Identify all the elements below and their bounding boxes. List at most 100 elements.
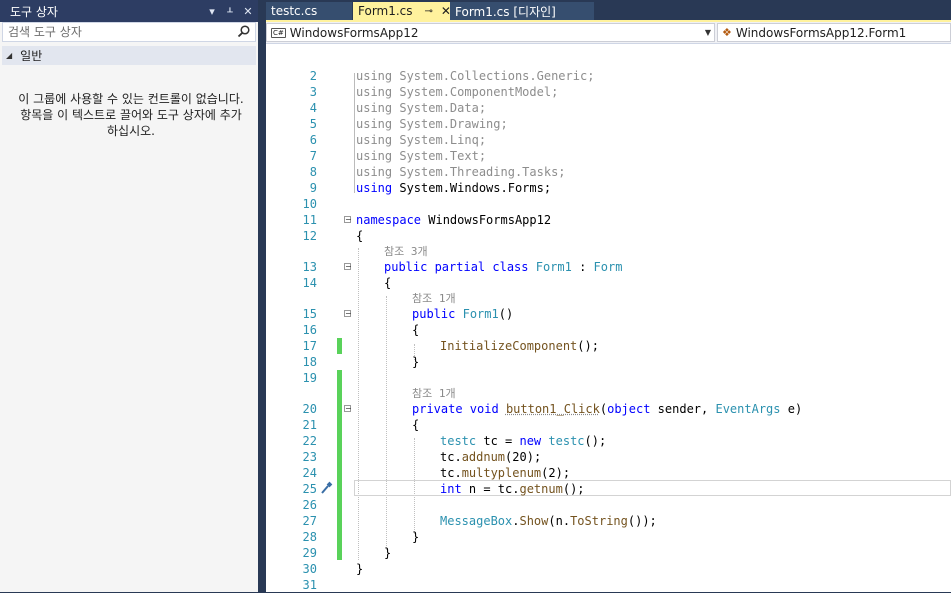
code-text: using System.Text; [356, 149, 487, 163]
line-number: 10 [302, 197, 317, 211]
code-line: 24 tc.multyplenum(2); [266, 465, 951, 481]
codelens-row: 참조 3개 [266, 244, 951, 260]
codelens-references[interactable]: 참조 3개 [384, 244, 428, 260]
line-number: 3 [309, 85, 317, 99]
line-number: 12 [302, 229, 317, 243]
code-line: 9 using System.Windows.Forms; [266, 180, 951, 196]
code-line: 4 using System.Data; [266, 100, 951, 116]
panel-splitter[interactable] [258, 0, 266, 592]
line-number: 19 [302, 371, 317, 385]
code-line: 30 } [266, 561, 951, 577]
code-text: { [384, 276, 392, 290]
line-number: 16 [302, 323, 317, 337]
code-line: 19 [266, 370, 951, 386]
codelens-row: 참조 1개 [266, 291, 951, 307]
code-text: } [356, 562, 364, 576]
line-number: 8 [309, 165, 317, 179]
code-text: using System.Drawing; [356, 117, 508, 131]
code-text: } [384, 546, 392, 560]
code-text: private void button1_Click(object sender… [412, 402, 803, 416]
chevron-down-icon[interactable]: ▾ [204, 5, 220, 18]
code-line: 28 } [266, 529, 951, 545]
close-icon[interactable]: ✕ [240, 5, 256, 18]
code-text: testc tc = new testc(); [440, 434, 607, 448]
code-text: { [356, 229, 364, 243]
line-number: 26 [302, 498, 317, 512]
tab-label: Form1.cs [디자인] [455, 4, 556, 19]
code-line: 29 } [266, 545, 951, 561]
toolbox-search-input[interactable] [3, 24, 233, 40]
code-line: 10 [266, 196, 951, 212]
line-number: 13 [302, 260, 317, 274]
tab-testc-cs[interactable]: testc.cs [266, 2, 352, 20]
navigation-bar: C# WindowsFormsApp12 ▼ ❖ WindowsFormsApp… [266, 22, 951, 44]
code-text: using System.ComponentModel; [356, 85, 559, 99]
code-line: 6 using System.Linq; [266, 132, 951, 148]
line-number: 21 [302, 418, 317, 432]
code-line: 22 testc tc = new testc(); [266, 433, 951, 449]
line-number: 22 [302, 434, 317, 448]
code-line: 7 using System.Text; [266, 148, 951, 164]
code-line: 3 using System.ComponentModel; [266, 84, 951, 100]
project-dropdown[interactable]: C# WindowsFormsApp12 ▼ [266, 23, 715, 42]
code-line: 16 { [266, 322, 951, 338]
expand-triangle-icon: ◢ [6, 51, 13, 60]
search-icon[interactable] [233, 24, 255, 41]
pin-icon[interactable]: ⊸ [425, 6, 433, 17]
code-line: 17 InitializeComponent(); [266, 338, 951, 354]
class-icon: ❖ [722, 26, 732, 39]
line-number: 4 [309, 101, 317, 115]
codelens-row: 참조 1개 [266, 386, 951, 402]
code-line: 27 MessageBox.Show(n.ToString()); [266, 513, 951, 529]
code-line: 8 using System.Threading.Tasks; [266, 164, 951, 180]
code-line: 12 { [266, 228, 951, 244]
code-text: { [412, 323, 420, 337]
code-line: 14 { [266, 275, 951, 291]
code-line: 26 [266, 497, 951, 513]
project-dropdown-value: WindowsFormsApp12 [289, 25, 419, 40]
code-text: namespace WindowsFormsApp12 [356, 213, 552, 227]
line-number: 30 [302, 562, 317, 576]
code-text: tc.addnum(20); [440, 450, 542, 464]
code-text: public partial class Form1 : Form [384, 260, 623, 274]
code-line: 23 tc.addnum(20); [266, 449, 951, 465]
code-text: { [412, 418, 420, 432]
csharp-project-icon: C# [271, 27, 286, 38]
code-text: } [412, 530, 420, 544]
line-number: 18 [302, 355, 317, 369]
document-tab-bar: testc.cs Form1.cs ⊸ ✕ Form1.cs [디자인] [266, 0, 951, 20]
code-line: 25 int n = tc.getnum(); [266, 481, 951, 497]
chevron-down-icon: ▼ [704, 28, 711, 37]
code-line: 15 public Form1() [266, 306, 951, 322]
code-text: using System.Data; [356, 101, 487, 115]
class-dropdown-value: WindowsFormsApp12.Form1 [735, 25, 907, 40]
code-line: 21 { [266, 417, 951, 433]
code-text: using System.Collections.Generic; [356, 69, 595, 83]
line-number: 14 [302, 276, 317, 290]
code-line: 31 [266, 577, 951, 593]
code-area[interactable]: 2 using System.Collections.Generic; 3 us… [266, 44, 951, 592]
code-text: using System.Linq; [356, 133, 487, 147]
tab-form1-cs[interactable]: Form1.cs ⊸ ✕ [353, 2, 451, 20]
codelens-references[interactable]: 참조 1개 [412, 291, 456, 307]
codelens-references[interactable]: 참조 1개 [412, 386, 456, 402]
pin-icon[interactable]: ᚆ [222, 5, 238, 18]
line-number: 2 [309, 69, 317, 83]
line-number: 11 [302, 213, 317, 227]
code-line: 2 using System.Collections.Generic; [266, 68, 951, 84]
code-line: 20 private void button1_Click(object sen… [266, 401, 951, 417]
toolbox-group-general[interactable]: ◢ 일반 [2, 46, 256, 65]
line-number: 28 [302, 530, 317, 544]
line-number: 20 [302, 402, 317, 416]
code-line: 11 namespace WindowsFormsApp12 [266, 212, 951, 228]
toolbox-group-label: 일반 [20, 49, 43, 63]
toolbox-title: 도구 상자 [10, 4, 58, 19]
tab-form1-designer[interactable]: Form1.cs [디자인] [450, 2, 594, 20]
toolbox-empty-message: 이 그룹에 사용할 수 있는 컨트롤이 없습니다. 항목을 이 텍스트로 끌어와… [18, 92, 244, 138]
class-dropdown[interactable]: ❖ WindowsFormsApp12.Form1 [717, 23, 951, 42]
code-text: public Form1() [412, 307, 514, 321]
code-editor[interactable]: C# WindowsFormsApp12 ▼ ❖ WindowsFormsApp… [266, 22, 951, 592]
line-number: 9 [309, 181, 317, 195]
tab-label: testc.cs [271, 4, 318, 18]
code-text: tc.multyplenum(2); [440, 466, 571, 480]
